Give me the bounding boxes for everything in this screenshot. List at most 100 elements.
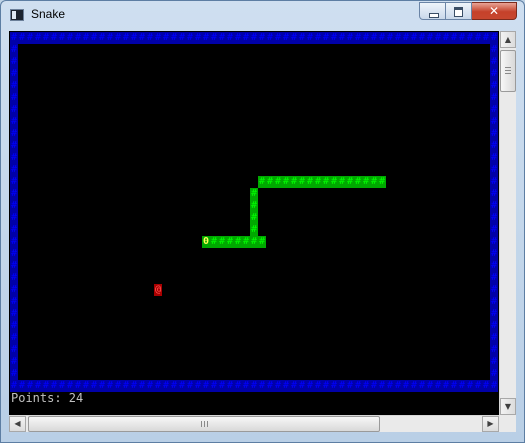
wall-tile: # [146, 32, 154, 44]
wall-tile: # [90, 32, 98, 44]
wall-tile: # [490, 104, 498, 116]
wall-tile: # [10, 272, 18, 284]
wall-tile: # [10, 260, 18, 272]
wall-tile: # [354, 380, 362, 392]
scroll-up-button[interactable]: ▲ [500, 31, 516, 48]
wall-tile: # [10, 248, 18, 260]
wall-tile: # [122, 380, 130, 392]
wall-tile: # [178, 32, 186, 44]
wall-tile: # [490, 260, 498, 272]
close-icon: ✕ [488, 4, 500, 18]
wall-tile: # [242, 32, 250, 44]
wall-tile: # [490, 200, 498, 212]
wall-tile: # [490, 176, 498, 188]
wall-tile: # [162, 32, 170, 44]
wall-tile: # [242, 380, 250, 392]
scroll-right-button[interactable]: ▶ [482, 416, 499, 432]
wall-tile: # [194, 32, 202, 44]
wall-tile: # [490, 272, 498, 284]
scroll-down-button[interactable]: ▼ [500, 398, 516, 415]
wall-tile: # [466, 32, 474, 44]
wall-tile: # [426, 380, 434, 392]
horizontal-scrollbar[interactable]: ◀ ▶ [9, 415, 499, 432]
wall-tile: # [10, 164, 18, 176]
wall-tile: # [26, 32, 34, 44]
vertical-scrollbar[interactable]: ▲ ▼ [499, 31, 516, 415]
wall-tile: # [306, 380, 314, 392]
wall-tile: # [458, 380, 466, 392]
wall-tile: # [66, 32, 74, 44]
wall-tile: # [122, 32, 130, 44]
title-bar[interactable]: Snake ✕ [1, 1, 524, 29]
wall-tile: # [482, 380, 490, 392]
points-score: Points: 24 [11, 391, 84, 405]
wall-tile: # [450, 380, 458, 392]
wall-tile: # [10, 188, 18, 200]
wall-tile: # [298, 380, 306, 392]
wall-tile: # [490, 332, 498, 344]
wall-tile: # [266, 32, 274, 44]
vertical-scroll-thumb[interactable] [500, 50, 516, 92]
horizontal-scroll-thumb[interactable] [28, 416, 380, 432]
snake-segment: # [258, 236, 266, 248]
game-board[interactable]: Points: 24 # # # # # # # # # # # # # # # # # # # # # # # # # # # # #… [9, 31, 499, 415]
wall-tile: # [10, 212, 18, 224]
wall-tile: # [10, 356, 18, 368]
wall-tile: # [290, 32, 298, 44]
minimize-button[interactable] [419, 2, 446, 20]
wall-tile: # [418, 32, 426, 44]
snake-segment: # [322, 176, 330, 188]
wall-tile: # [274, 380, 282, 392]
wall-tile: # [370, 380, 378, 392]
snake-segment: # [338, 176, 346, 188]
wall-tile: # [362, 32, 370, 44]
wall-tile: # [10, 80, 18, 92]
wall-tile: # [18, 380, 26, 392]
wall-tile: # [490, 164, 498, 176]
snake-segment: # [242, 236, 250, 248]
wall-tile: # [314, 32, 322, 44]
wall-tile: # [130, 380, 138, 392]
wall-tile: # [490, 344, 498, 356]
wall-tile: # [194, 380, 202, 392]
wall-tile: # [234, 380, 242, 392]
wall-tile: # [266, 380, 274, 392]
wall-tile: # [402, 380, 410, 392]
wall-tile: # [410, 32, 418, 44]
wall-tile: # [138, 380, 146, 392]
snake-segment: # [266, 176, 274, 188]
wall-tile: # [490, 248, 498, 260]
wall-tile: # [250, 380, 258, 392]
wall-tile: # [58, 32, 66, 44]
wall-tile: # [490, 320, 498, 332]
wall-tile: # [394, 32, 402, 44]
wall-tile: # [218, 32, 226, 44]
close-button[interactable]: ✕ [472, 2, 517, 20]
wall-tile: # [450, 32, 458, 44]
wall-tile: # [490, 368, 498, 380]
snake-segment: # [250, 200, 258, 212]
snake-segment: # [362, 176, 370, 188]
wall-tile: # [282, 380, 290, 392]
wall-tile: # [370, 32, 378, 44]
console-window-icon[interactable] [10, 9, 24, 21]
wall-tile: # [418, 380, 426, 392]
left-arrow-icon: ◀ [14, 419, 21, 428]
wall-tile: # [106, 32, 114, 44]
wall-tile: # [490, 224, 498, 236]
wall-tile: # [10, 116, 18, 128]
wall-tile: # [10, 284, 18, 296]
wall-tile: # [490, 116, 498, 128]
snake-segment: # [314, 176, 322, 188]
maximize-button[interactable] [446, 2, 472, 20]
wall-tile: # [490, 296, 498, 308]
wall-tile: # [338, 380, 346, 392]
wall-tile: # [322, 380, 330, 392]
wall-tile: # [306, 32, 314, 44]
wall-tile: # [154, 380, 162, 392]
snake-segment: # [354, 176, 362, 188]
caption-buttons: ✕ [419, 2, 517, 21]
wall-tile: # [482, 32, 490, 44]
scroll-left-button[interactable]: ◀ [9, 416, 26, 432]
wall-tile: # [42, 380, 50, 392]
